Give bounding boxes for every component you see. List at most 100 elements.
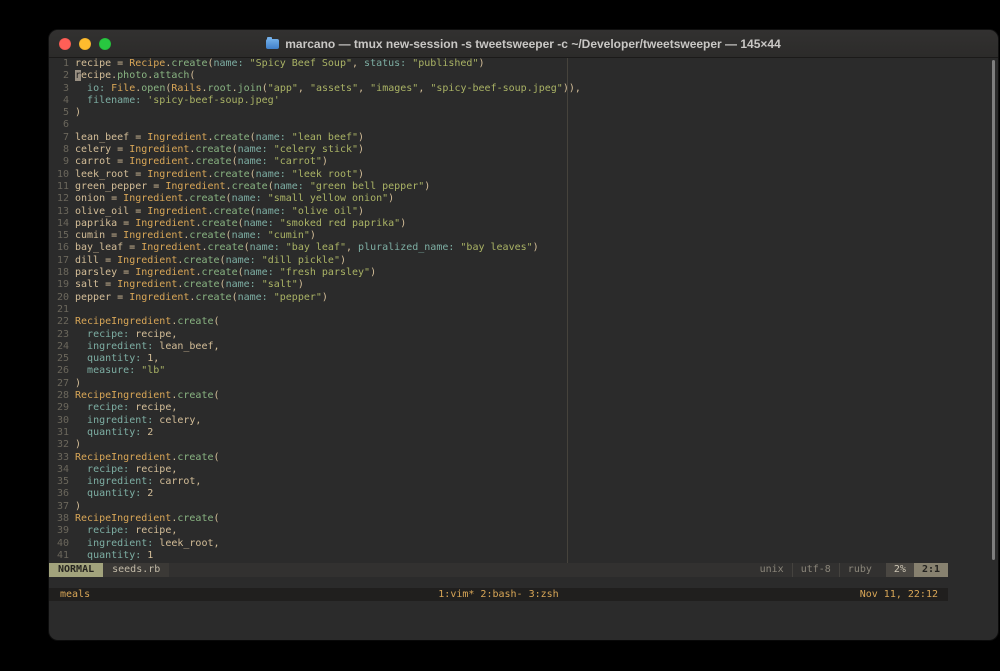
vim-editor[interactable]: 1 recipe = Recipe.create(name: "Spicy Bee…: [49, 58, 948, 563]
code-line[interactable]: 14 paprika = Ingredient.create(name: "smo…: [49, 218, 948, 230]
tmux-client-area: 1 recipe = Recipe.create(name: "Spicy Bee…: [49, 58, 948, 601]
line-number: 35: [56, 476, 69, 488]
code-line[interactable]: 8 celery = Ingredient.create(name: "celer…: [49, 144, 948, 156]
code-text: recipe: recipe,: [87, 525, 178, 537]
code-line[interactable]: 12 onion = Ingredient.create(name: "small…: [49, 193, 948, 205]
vim-command-line: [49, 577, 948, 588]
code-line[interactable]: 31 quantity: 2: [49, 427, 948, 439]
code-line[interactable]: 2 recipe.photo.attach(: [49, 70, 948, 82]
code-text: carrot = Ingredient.create(name: "carrot…: [75, 156, 328, 168]
code-line[interactable]: 33 RecipeIngredient.create(: [49, 452, 948, 464]
line-number: 28: [56, 390, 69, 402]
code-line[interactable]: 24 ingredient: lean_beef,: [49, 341, 948, 353]
code-line[interactable]: 28 RecipeIngredient.create(: [49, 390, 948, 402]
code-line[interactable]: 26 measure: "lb": [49, 365, 948, 377]
tmux-window-list[interactable]: 1:vim* 2:bash- 3:zsh: [49, 588, 948, 601]
line-number: 25: [56, 353, 69, 365]
code-line[interactable]: 11 green_pepper = Ingredient.create(name:…: [49, 181, 948, 193]
code-line[interactable]: 41 quantity: 1: [49, 550, 948, 562]
code-line[interactable]: 38 RecipeIngredient.create(: [49, 513, 948, 525]
line-number: 36: [56, 488, 69, 500]
code-line[interactable]: 18 parsley = Ingredient.create(name: "fre…: [49, 267, 948, 279]
code-line[interactable]: 9 carrot = Ingredient.create(name: "carro…: [49, 156, 948, 168]
line-number: 32: [56, 439, 69, 451]
code-text: ): [75, 500, 82, 512]
code-line[interactable]: 5): [49, 107, 948, 119]
code-line[interactable]: 36 quantity: 2: [49, 488, 948, 500]
line-number: 15: [56, 230, 69, 242]
code-text: ingredient: lean_beef,: [87, 340, 220, 352]
line-number: 7: [62, 131, 69, 143]
line-number: 16: [56, 242, 69, 254]
code-text: ingredient: carrot,: [87, 476, 202, 488]
code-lines: 1 recipe = Recipe.create(name: "Spicy Bee…: [49, 58, 948, 562]
code-text: RecipeIngredient.create(: [75, 390, 220, 402]
line-number: 30: [56, 414, 69, 426]
statusline-spacer: [169, 563, 751, 577]
code-line[interactable]: 13 olive_oil = Ingredient.create(name: "o…: [49, 206, 948, 218]
statusline-encoding: utf-8: [791, 563, 839, 577]
line-number: 41: [56, 549, 69, 561]
code-line[interactable]: 16 bay_leaf = Ingredient.create(name: "ba…: [49, 242, 948, 254]
code-line[interactable]: 3 io: File.open(Rails.root.join("app", "…: [49, 83, 948, 95]
code-line[interactable]: 20 pepper = Ingredient.create(name: "pepp…: [49, 292, 948, 304]
statusline-scroll-percent: 2%: [885, 563, 914, 577]
code-line[interactable]: 25 quantity: 1,: [49, 353, 948, 365]
line-number: 4: [62, 94, 69, 106]
line-number: 12: [56, 193, 69, 205]
line-number: 11: [56, 180, 69, 192]
code-line[interactable]: 34 recipe: recipe,: [49, 464, 948, 476]
code-line[interactable]: 35 ingredient: carrot,: [49, 476, 948, 488]
code-line[interactable]: 15 cumin = Ingredient.create(name: "cumin…: [49, 230, 948, 242]
line-number: 9: [62, 156, 69, 168]
code-text: filename: 'spicy-beef-soup.jpeg': [87, 94, 280, 106]
code-line[interactable]: 39 recipe: recipe,: [49, 525, 948, 537]
terminal-scrollbar[interactable]: [992, 60, 995, 560]
code-line[interactable]: 30 ingredient: celery,: [49, 415, 948, 427]
code-line[interactable]: 19 salt = Ingredient.create(name: "salt"): [49, 279, 948, 291]
code-line[interactable]: 23 recipe: recipe,: [49, 329, 948, 341]
code-text: quantity: 1,: [87, 353, 160, 365]
line-number: 34: [56, 463, 69, 475]
statusline-fileformat: unix: [759, 564, 784, 575]
code-text: quantity: 2: [87, 488, 154, 500]
code-line[interactable]: 21: [49, 304, 948, 316]
code-line[interactable]: 10 leek_root = Ingredient.create(name: "l…: [49, 169, 948, 181]
line-number: 10: [56, 168, 69, 180]
code-line[interactable]: 17 dill = Ingredient.create(name: "dill p…: [49, 255, 948, 267]
line-number: 22: [56, 316, 69, 328]
code-text: recipe.photo.attach(: [75, 70, 196, 82]
code-line[interactable]: 27): [49, 378, 948, 390]
code-line[interactable]: 37): [49, 501, 948, 513]
line-number: 14: [56, 217, 69, 229]
code-text: recipe: recipe,: [87, 328, 178, 340]
code-text: measure: "lb": [87, 365, 166, 377]
code-line[interactable]: 6: [49, 119, 948, 131]
code-line[interactable]: 4 filename: 'spicy-beef-soup.jpeg': [49, 95, 948, 107]
line-number: 23: [56, 328, 69, 340]
code-text: io: File.open(Rails.root.join("app", "as…: [87, 82, 581, 94]
code-text: olive_oil = Ingredient.create(name: "oli…: [75, 205, 365, 217]
code-line[interactable]: 29 recipe: recipe,: [49, 402, 948, 414]
code-line[interactable]: 32): [49, 439, 948, 451]
code-text: quantity: 2: [87, 426, 154, 438]
folder-proxy-icon: [266, 36, 280, 49]
code-line[interactable]: 7 lean_beef = Ingredient.create(name: "le…: [49, 132, 948, 144]
line-number: 6: [62, 119, 69, 131]
line-number: 33: [56, 451, 69, 463]
zoom-button[interactable]: [99, 37, 111, 50]
tmux-session-name: meals: [60, 589, 91, 600]
code-line[interactable]: 22 RecipeIngredient.create(: [49, 316, 948, 328]
code-text: ): [75, 377, 82, 389]
code-text: ingredient: celery,: [87, 414, 202, 426]
code-text: cumin = Ingredient.create(name: "cumin"): [75, 230, 316, 242]
code-text: green_pepper = Ingredient.create(name: "…: [75, 180, 431, 192]
tmux-clock: Nov 11, 22:12: [859, 589, 938, 600]
close-button[interactable]: [59, 37, 71, 50]
code-line[interactable]: 1 recipe = Recipe.create(name: "Spicy Bee…: [49, 58, 948, 70]
code-text: recipe = Recipe.create(name: "Spicy Beef…: [75, 58, 485, 69]
code-line[interactable]: 40 ingredient: leek_root,: [49, 538, 948, 550]
code-text: pepper = Ingredient.create(name: "pepper…: [75, 291, 328, 303]
window-controls: [49, 37, 111, 50]
minimize-button[interactable]: [79, 37, 91, 50]
